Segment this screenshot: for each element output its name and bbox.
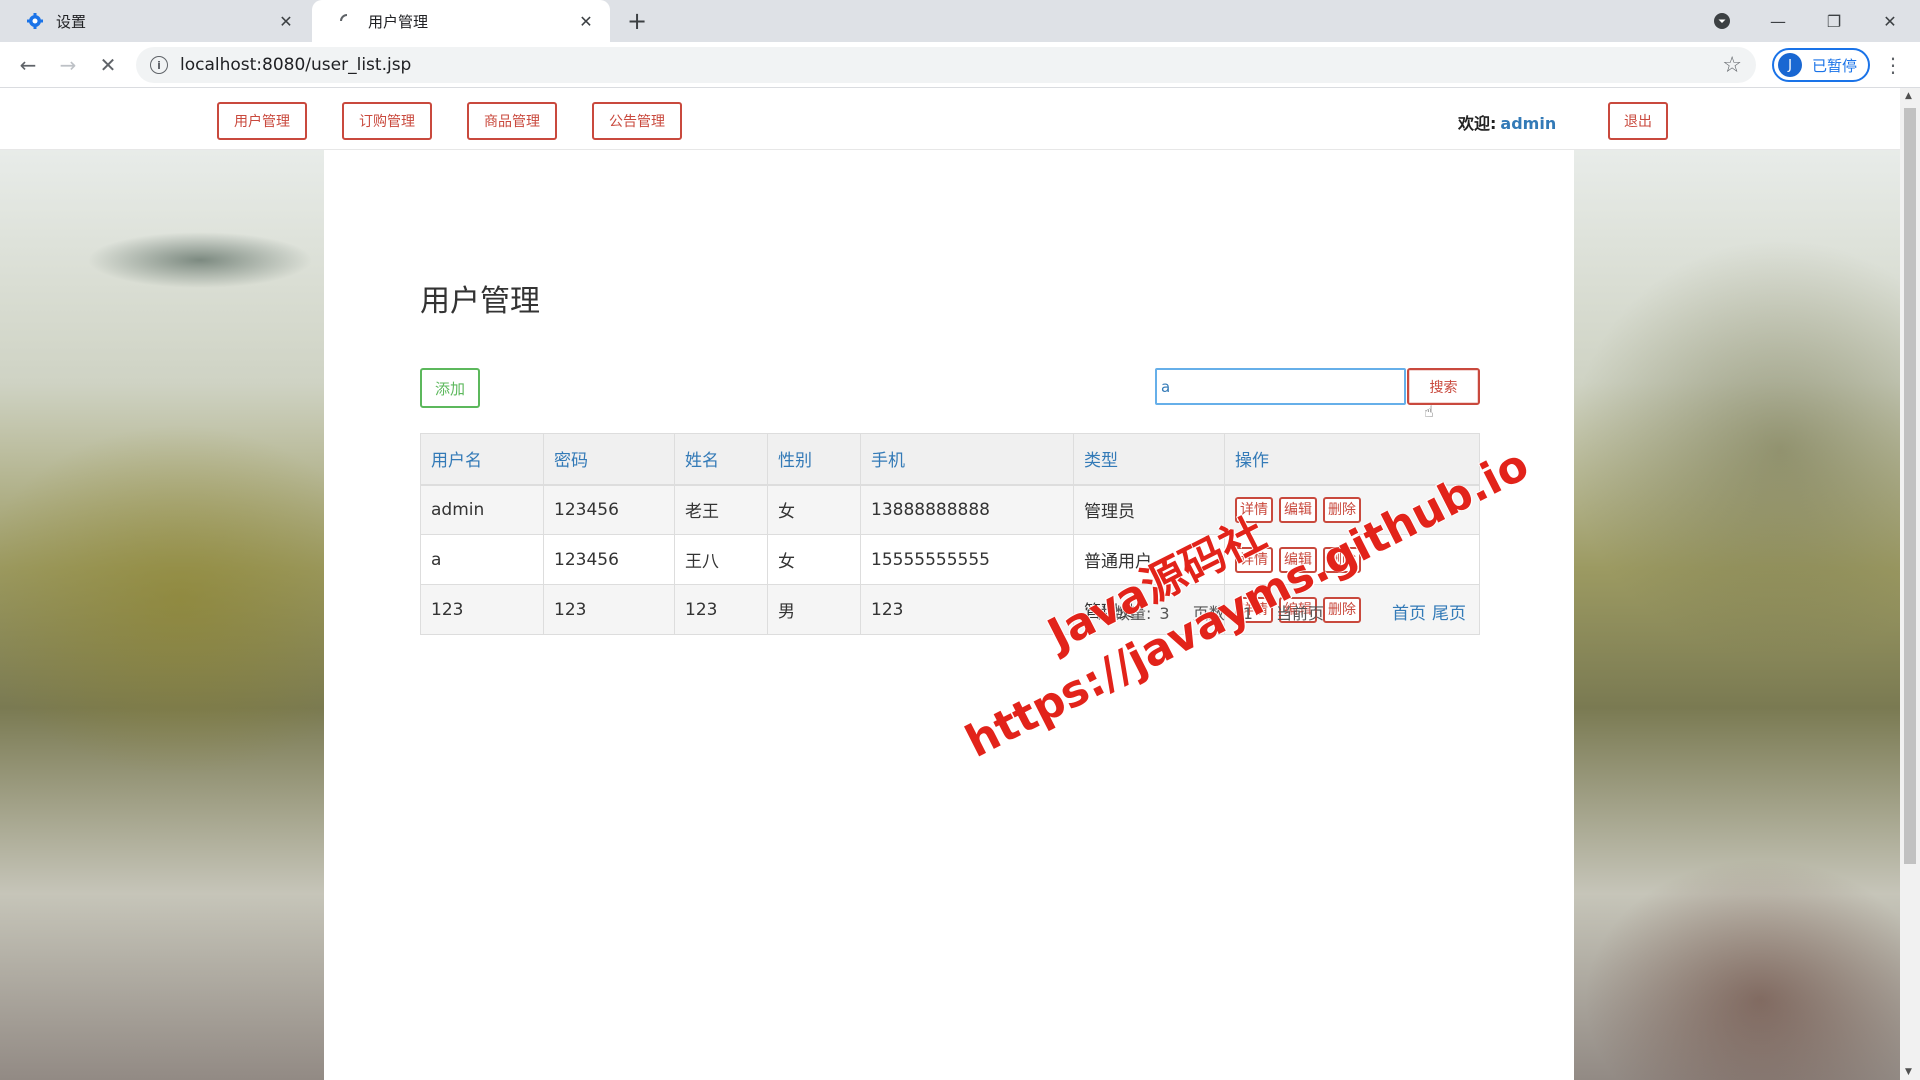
column-header: 手机: [860, 433, 1074, 486]
column-header: 密码: [543, 433, 675, 486]
tab-title: 用户管理: [368, 12, 429, 31]
cell-name: 123: [674, 584, 768, 635]
page-viewport: 用户管理 订购管理 商品管理 公告管理 欢迎: admin 退出 用户管理 添加 …: [0, 88, 1900, 1080]
top-navigation: 用户管理 订购管理 商品管理 公告管理 欢迎: admin 退出: [0, 88, 1900, 150]
loading-spinner-icon: [338, 12, 356, 30]
new-tab-plus-icon[interactable]: +: [624, 7, 650, 35]
profile-button[interactable]: J 已暂停: [1772, 48, 1870, 82]
cell-gender: 女: [767, 484, 861, 535]
site-info-icon[interactable]: i: [150, 56, 168, 74]
username-link[interactable]: admin: [1500, 114, 1556, 133]
cell-password: 123456: [543, 534, 675, 585]
cell-username: admin: [420, 484, 544, 535]
address-toolbar: ← → ✕ i localhost:8080/user_list.jsp ☆ J…: [0, 42, 1920, 88]
cell-name: 老王: [674, 484, 768, 535]
url-text[interactable]: localhost:8080/user_list.jsp: [180, 55, 411, 75]
close-icon[interactable]: ✕: [576, 11, 596, 31]
cell-password: 123: [543, 584, 675, 635]
cell-username: a: [420, 534, 544, 585]
close-window-icon[interactable]: ✕: [1870, 6, 1910, 36]
bookmark-star-icon[interactable]: ☆: [1722, 53, 1742, 78]
cell-phone: 13888888888: [860, 484, 1074, 535]
address-bar[interactable]: i localhost:8080/user_list.jsp ☆: [136, 47, 1756, 83]
welcome-label: 欢迎:: [1458, 114, 1497, 133]
page-title: 用户管理: [420, 284, 540, 319]
tab-user-management[interactable]: 用户管理 ✕: [312, 0, 610, 42]
cell-gender: 女: [767, 534, 861, 585]
tab-settings[interactable]: 设置 ✕: [0, 0, 310, 42]
main-content: 用户管理 添加 搜索 ☝ 用户名 密码 姓名 性别 手机 类型 操作 admin: [324, 150, 1574, 1080]
close-icon[interactable]: ✕: [276, 11, 296, 31]
tab-title: 设置: [56, 12, 87, 31]
more-menu-icon[interactable]: ⋮: [1882, 53, 1904, 77]
nav-user-management[interactable]: 用户管理: [217, 102, 307, 140]
cell-type: 管理员: [1073, 484, 1225, 535]
last-page-link[interactable]: 尾页: [1432, 604, 1466, 624]
back-arrow-icon[interactable]: ←: [14, 51, 42, 79]
restore-icon[interactable]: ❐: [1814, 6, 1854, 36]
first-page-link[interactable]: 首页: [1392, 604, 1426, 624]
column-header: 类型: [1073, 433, 1225, 486]
column-header: 用户名: [420, 433, 544, 486]
cell-name: 王八: [674, 534, 768, 585]
vertical-scrollbar[interactable]: ▲ ▼: [1900, 88, 1920, 1080]
column-header: 姓名: [674, 433, 768, 486]
pagination-links: 首页 尾页: [1392, 599, 1472, 624]
add-user-button[interactable]: 添加: [420, 368, 480, 408]
profile-status: 已暂停: [1812, 56, 1858, 75]
avatar: J: [1778, 53, 1802, 77]
scrollbar-thumb[interactable]: [1904, 108, 1916, 864]
scroll-up-icon[interactable]: ▲: [1905, 91, 1912, 101]
tab-search-dropdown-icon[interactable]: [1702, 6, 1742, 36]
minimize-icon[interactable]: —: [1758, 6, 1798, 36]
logout-button[interactable]: 退出: [1608, 102, 1668, 140]
search-input[interactable]: [1155, 368, 1406, 405]
cell-username: 123: [420, 584, 544, 635]
scroll-down-icon[interactable]: ▼: [1905, 1067, 1912, 1077]
column-header: 性别: [767, 433, 861, 486]
gear-icon: [26, 12, 44, 30]
welcome-text: 欢迎: admin: [1458, 110, 1556, 134]
forward-arrow-icon[interactable]: →: [54, 51, 82, 79]
nav-product-management[interactable]: 商品管理: [467, 102, 557, 140]
nav-notice-management[interactable]: 公告管理: [592, 102, 682, 140]
cell-gender: 男: [767, 584, 861, 635]
cell-password: 123456: [543, 484, 675, 535]
nav-order-management[interactable]: 订购管理: [342, 102, 432, 140]
cell-phone: 15555555555: [860, 534, 1074, 585]
browser-tab-strip: 设置 ✕ 用户管理 ✕ + — ❐ ✕: [0, 0, 1920, 42]
stop-loading-icon[interactable]: ✕: [94, 51, 122, 79]
